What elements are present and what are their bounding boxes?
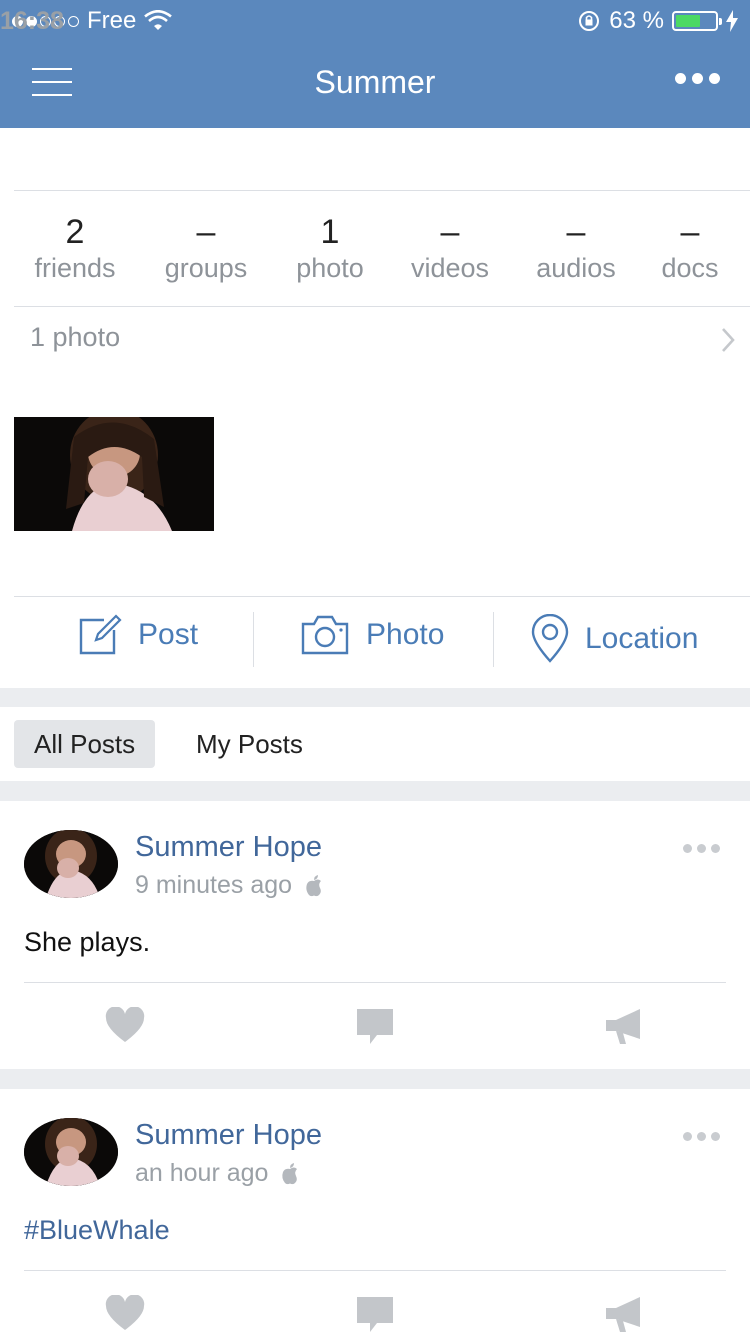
post-hashtag[interactable]: #BlueWhale bbox=[24, 1215, 170, 1246]
status-bar: Free 16:38 63 % bbox=[0, 0, 750, 40]
post-timestamp: 9 minutes ago bbox=[135, 871, 324, 900]
counter-label: docs bbox=[661, 253, 719, 283]
avatar[interactable] bbox=[24, 1118, 118, 1186]
tab-all-posts[interactable]: All Posts bbox=[14, 720, 156, 768]
section-separator bbox=[0, 781, 750, 801]
heart-icon[interactable] bbox=[104, 1007, 146, 1043]
location-button[interactable]: Location bbox=[531, 614, 698, 664]
section-separator bbox=[0, 688, 750, 707]
more-dots-icon[interactable] bbox=[675, 73, 720, 84]
divider bbox=[493, 612, 494, 667]
battery-percent: 63 % bbox=[609, 7, 664, 34]
megaphone-icon[interactable] bbox=[604, 1007, 644, 1045]
tab-my-posts[interactable]: My Posts bbox=[176, 720, 323, 768]
photo-button[interactable]: Photo bbox=[300, 614, 444, 656]
counter-value: 2 bbox=[65, 213, 85, 251]
divider bbox=[24, 982, 726, 983]
post-button-label: Post bbox=[138, 618, 199, 651]
avatar[interactable] bbox=[24, 830, 118, 898]
counter-photo[interactable]: 1 photo bbox=[296, 214, 364, 284]
post-text: She plays. bbox=[24, 927, 151, 957]
more-dots-icon[interactable] bbox=[683, 1132, 720, 1141]
post-card: Summer Hope an hour ago #BlueWhale bbox=[0, 1089, 750, 1334]
divider bbox=[253, 612, 254, 667]
posts-filter-tabs: All Posts My Posts bbox=[0, 707, 750, 781]
counter-friends[interactable]: 2 friends bbox=[34, 214, 115, 284]
post-button[interactable]: Post bbox=[78, 614, 198, 656]
photo-button-label: Photo bbox=[366, 618, 445, 651]
divider bbox=[14, 596, 750, 597]
counter-label: videos bbox=[410, 253, 490, 283]
post-author[interactable]: Summer Hope bbox=[135, 831, 322, 864]
counter-audios[interactable]: – audios bbox=[536, 214, 616, 284]
location-button-label: Location bbox=[585, 622, 699, 655]
page-title: Summer bbox=[314, 64, 436, 100]
counter-value: – bbox=[566, 213, 586, 251]
megaphone-icon[interactable] bbox=[604, 1295, 644, 1333]
photo-thumbnail[interactable] bbox=[14, 417, 214, 531]
counter-docs[interactable]: – docs bbox=[661, 214, 718, 284]
more-dots-icon[interactable] bbox=[683, 844, 720, 853]
counter-label: friends bbox=[34, 253, 116, 283]
counter-videos[interactable]: – videos bbox=[411, 214, 489, 284]
counter-label: groups bbox=[164, 253, 248, 283]
post-timestamp: an hour ago bbox=[135, 1159, 300, 1188]
divider bbox=[14, 306, 750, 307]
photos-count-label: 1 photo bbox=[30, 322, 121, 352]
apple-icon bbox=[306, 874, 322, 896]
rotation-lock-icon bbox=[579, 11, 600, 31]
battery-icon bbox=[672, 11, 722, 31]
counter-label: audios bbox=[536, 253, 616, 283]
chevron-right-icon bbox=[722, 328, 735, 352]
app-header: Free 16:38 63 % Summer bbox=[0, 0, 750, 128]
post-author[interactable]: Summer Hope bbox=[135, 1119, 322, 1152]
post-time-text: an hour ago bbox=[135, 1159, 269, 1187]
edit-icon bbox=[79, 614, 122, 655]
counter-value: – bbox=[680, 213, 700, 251]
counter-value: 1 bbox=[320, 213, 340, 251]
section-separator bbox=[0, 1069, 750, 1089]
counter-label: photo bbox=[296, 253, 364, 283]
composer-actions: Post Photo Location bbox=[14, 600, 750, 684]
divider bbox=[24, 1270, 726, 1271]
charging-bolt-icon bbox=[726, 10, 738, 32]
photos-section-link[interactable]: 1 photo bbox=[30, 322, 736, 353]
counter-value: – bbox=[196, 213, 216, 251]
post-time-text: 9 minutes ago bbox=[135, 871, 293, 899]
apple-icon bbox=[282, 1162, 298, 1184]
counter-value: – bbox=[440, 213, 460, 251]
comment-icon[interactable] bbox=[356, 1007, 394, 1045]
comment-icon[interactable] bbox=[356, 1295, 394, 1333]
map-pin-icon bbox=[531, 614, 569, 663]
divider bbox=[14, 190, 750, 191]
post-card: Summer Hope 9 minutes ago She plays. bbox=[0, 801, 750, 1069]
profile-counters: 2 friends – groups 1 photo – videos – au… bbox=[14, 192, 750, 304]
camera-icon bbox=[301, 615, 349, 655]
counter-groups[interactable]: – groups bbox=[165, 214, 248, 284]
heart-icon[interactable] bbox=[104, 1295, 146, 1331]
